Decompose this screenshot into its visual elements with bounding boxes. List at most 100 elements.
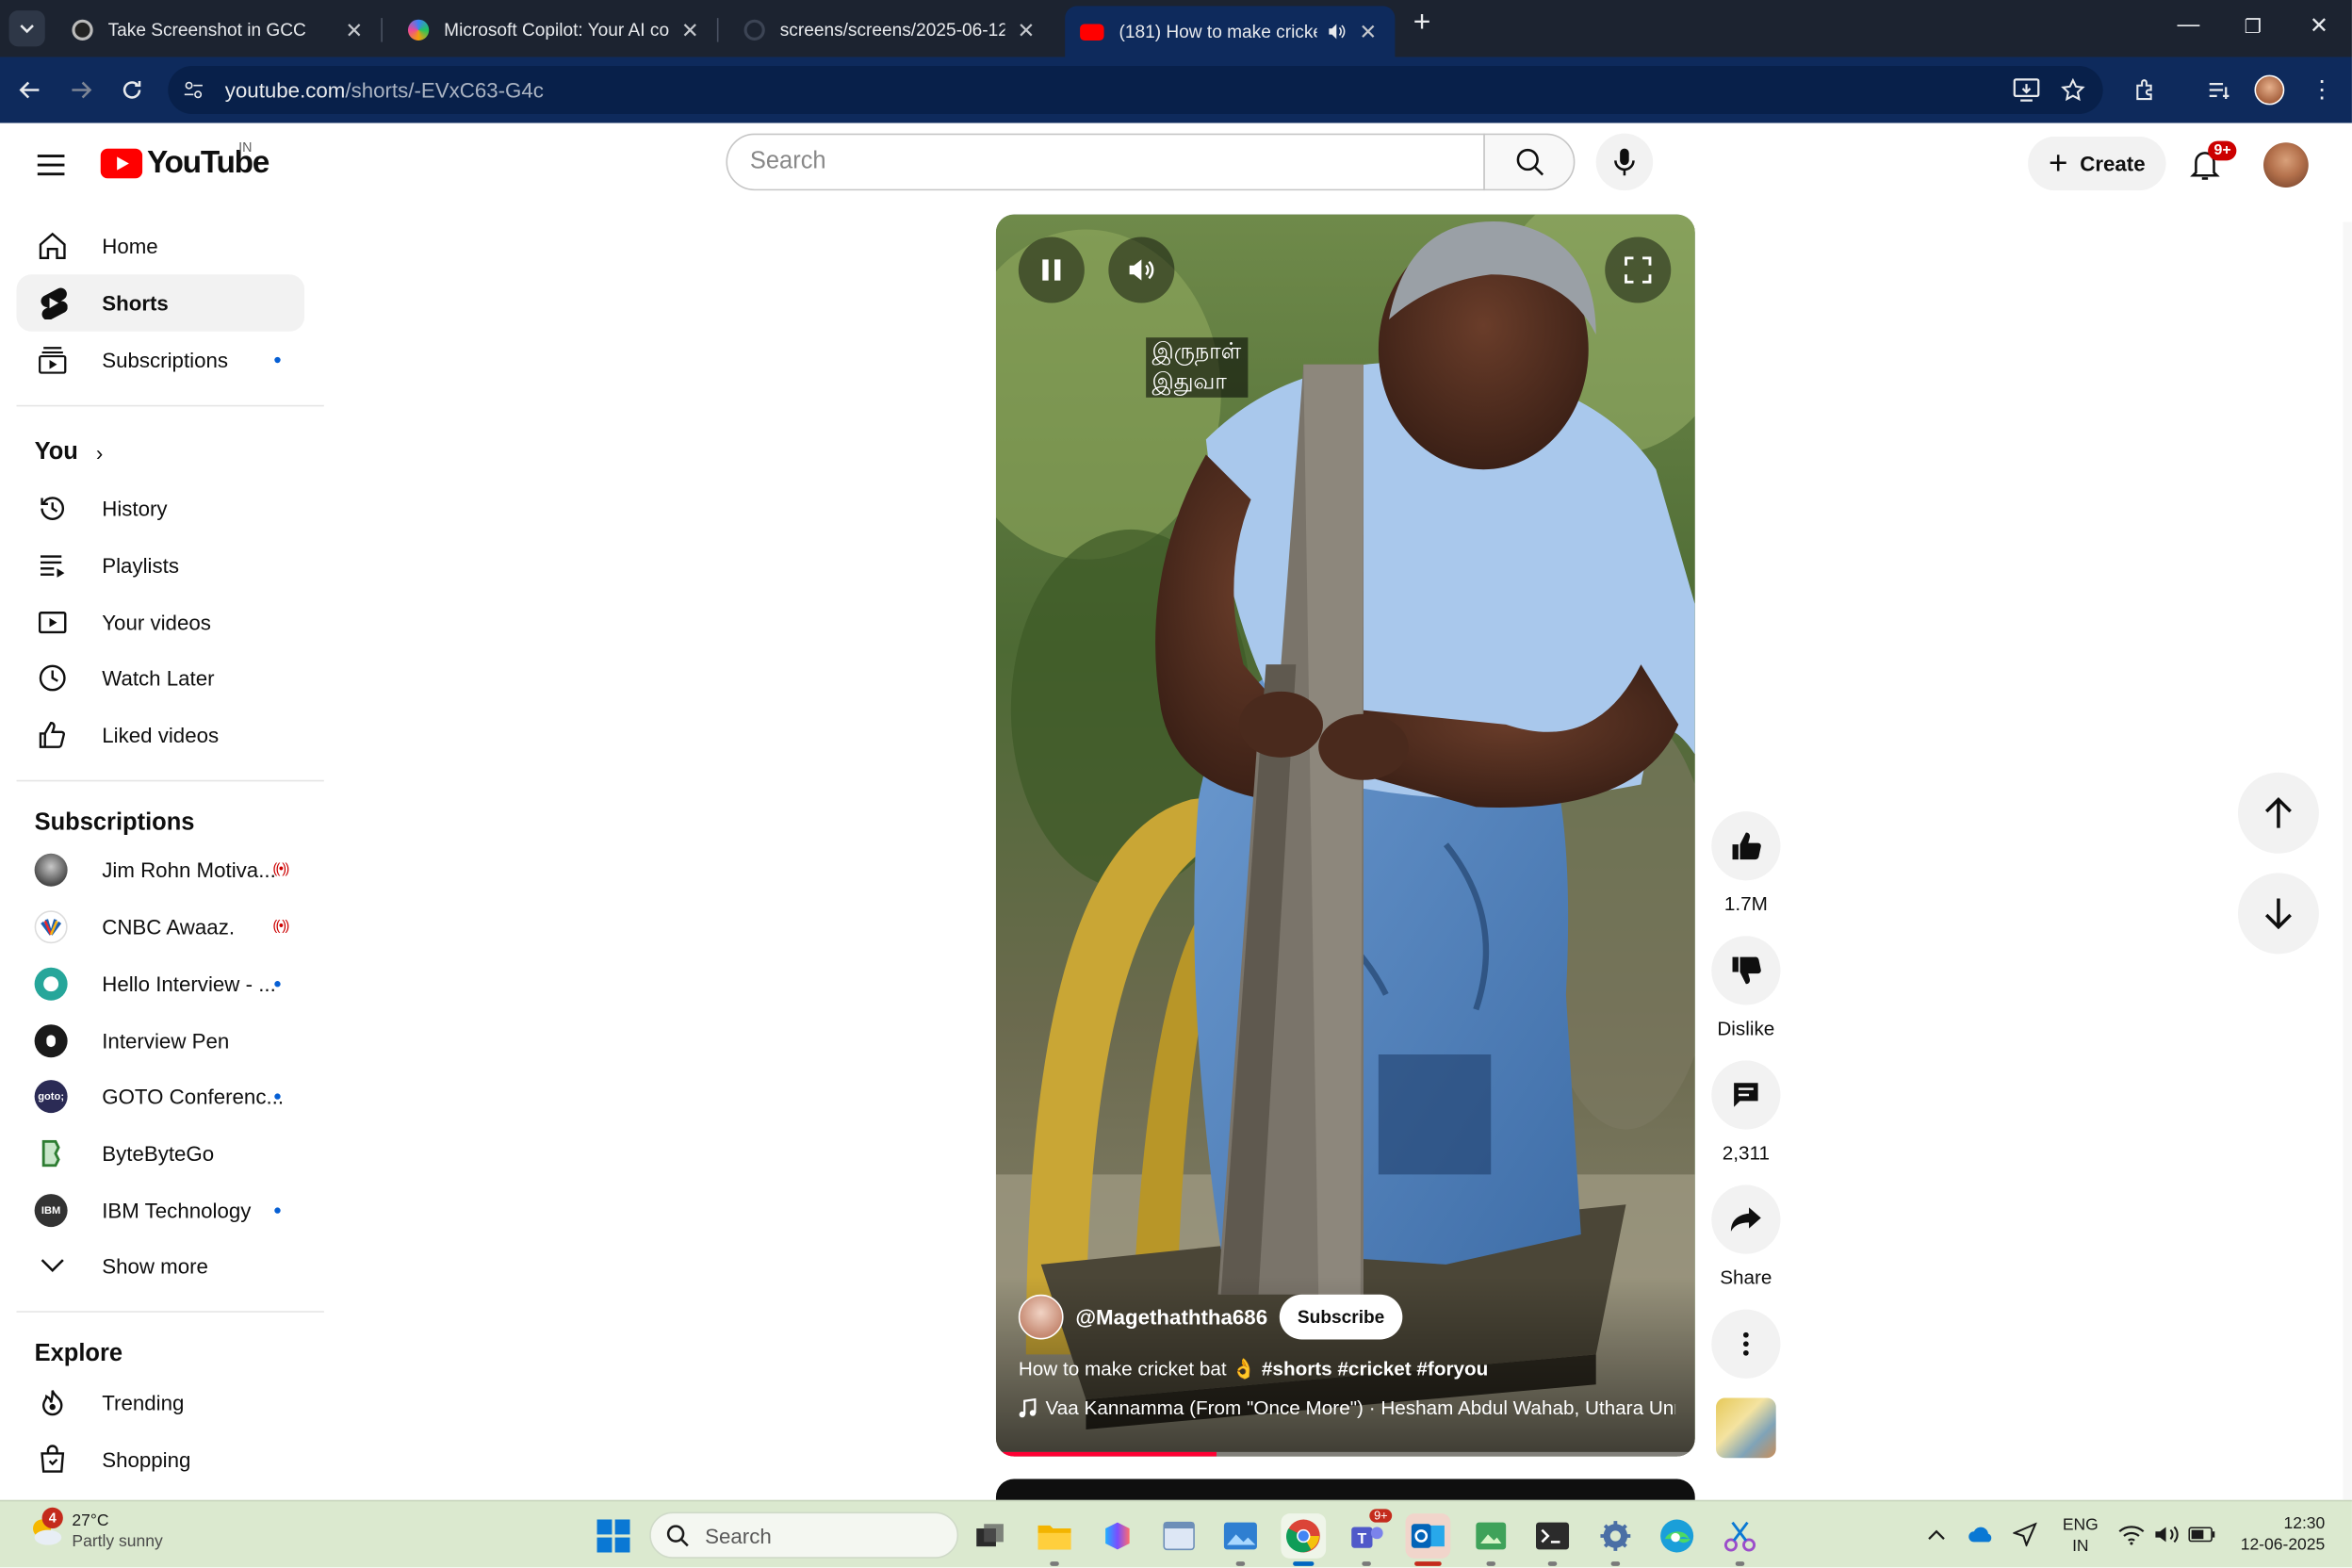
- sidebar-item-trending[interactable]: Trending: [17, 1374, 305, 1430]
- bookmark-star-icon[interactable]: [2055, 72, 2091, 107]
- battery-icon[interactable]: [2187, 1519, 2217, 1549]
- video-progress-bar[interactable]: [1002, 1451, 1695, 1457]
- page-scrollbar[interactable]: [2343, 221, 2352, 1500]
- video-title-text: How to make cricket bat 👌: [1018, 1357, 1257, 1380]
- terminal-icon[interactable]: [1530, 1513, 1576, 1566]
- music-link[interactable]: Vaa Kannamma (From "Once More") · Hesham…: [1019, 1396, 1675, 1419]
- tab-copilot[interactable]: Microsoft Copilot: Your AI comp ✕: [393, 9, 719, 52]
- sidebar-item-your-videos[interactable]: Your videos: [17, 594, 305, 650]
- tab-take-screenshot[interactable]: Take Screenshot in GCC ✕: [57, 9, 383, 52]
- browser-menu-icon[interactable]: ⋮: [2304, 72, 2340, 107]
- like-button[interactable]: [1711, 811, 1781, 881]
- install-app-icon[interactable]: [2008, 72, 2044, 107]
- close-tab-icon[interactable]: ✕: [1014, 17, 1037, 42]
- dislike-button[interactable]: [1711, 936, 1781, 1005]
- close-tab-icon[interactable]: ✕: [678, 17, 701, 42]
- sidebar-channel-cnbc-awaaz[interactable]: CNBC Awaaz. ((•)): [17, 898, 305, 955]
- edge-icon[interactable]: [1655, 1513, 1700, 1559]
- sidebar-channel-hello-interview[interactable]: Hello Interview - ...: [17, 956, 305, 1012]
- account-avatar[interactable]: [2263, 142, 2309, 188]
- mute-button[interactable]: [1108, 237, 1175, 303]
- search-button[interactable]: [1483, 133, 1576, 191]
- sidebar-channel-bytebytego[interactable]: ByteByteGo: [17, 1125, 305, 1182]
- back-button[interactable]: [12, 72, 48, 107]
- comments-button[interactable]: [1711, 1060, 1781, 1130]
- sidebar-item-history[interactable]: History: [17, 480, 305, 536]
- more-options-button[interactable]: [1711, 1309, 1781, 1379]
- app-window-icon[interactable]: [1156, 1513, 1201, 1559]
- menu-hamburger-icon[interactable]: [30, 144, 73, 187]
- sidebar-item-shopping[interactable]: Shopping: [17, 1431, 305, 1488]
- reload-icon: [122, 80, 141, 99]
- sidebar-item-liked-videos[interactable]: Liked videos: [17, 707, 305, 763]
- outlook-icon[interactable]: [1405, 1513, 1451, 1566]
- settings-gear-icon[interactable]: [1592, 1513, 1638, 1566]
- file-explorer-icon[interactable]: [1032, 1513, 1077, 1566]
- youtube-logo[interactable]: YouTube IN: [100, 139, 270, 181]
- previous-short-button[interactable]: [2237, 772, 2319, 854]
- start-button[interactable]: [591, 1513, 636, 1559]
- sidebar-item-home[interactable]: Home: [17, 218, 305, 274]
- share-button[interactable]: [1711, 1184, 1781, 1254]
- tab-youtube-active[interactable]: (181) How to make cricket b ✕: [1065, 6, 1396, 57]
- fullscreen-button[interactable]: [1605, 237, 1672, 303]
- show-hidden-icons-chevron-icon[interactable]: [1921, 1519, 1952, 1549]
- location-arrow-icon[interactable]: [2010, 1519, 2040, 1549]
- subscribe-button[interactable]: Subscribe: [1279, 1294, 1403, 1340]
- gallery-icon[interactable]: [1468, 1513, 1513, 1566]
- sidebar-item-label: History: [102, 496, 168, 521]
- next-short-button[interactable]: [2237, 873, 2319, 955]
- profile-avatar[interactable]: [2251, 72, 2287, 107]
- onedrive-cloud-icon[interactable]: [1967, 1519, 1997, 1549]
- restore-button[interactable]: ❐: [2236, 15, 2269, 39]
- pause-button[interactable]: [1018, 237, 1085, 303]
- sidebar-item-subscriptions[interactable]: Subscriptions: [17, 332, 305, 388]
- create-button[interactable]: + Create: [2028, 136, 2166, 191]
- speaker-icon[interactable]: [2152, 1519, 2182, 1549]
- video-title[interactable]: How to make cricket bat 👌 #shorts #crick…: [1019, 1358, 1488, 1381]
- search-input[interactable]: Search: [726, 133, 1485, 191]
- close-window-button[interactable]: ✕: [2302, 12, 2335, 39]
- video-hashtags[interactable]: #shorts #cricket #foryou: [1262, 1358, 1488, 1380]
- wifi-icon[interactable]: [2116, 1519, 2147, 1549]
- sidebar-channel-ibm-technology[interactable]: IBM IBM Technology: [17, 1182, 305, 1238]
- close-tab-icon[interactable]: ✕: [1356, 19, 1380, 44]
- sidebar-channel-goto[interactable]: goto; GOTO Conferenc...: [17, 1068, 305, 1124]
- clock-widget[interactable]: 12:30 12-06-2025: [2229, 1513, 2333, 1556]
- teams-icon[interactable]: T 9+: [1344, 1509, 1393, 1566]
- tab-search-button[interactable]: [8, 10, 45, 47]
- notifications-button[interactable]: 9+: [2184, 140, 2238, 187]
- sidebar-channel-interview-pen[interactable]: Interview Pen: [17, 1012, 305, 1069]
- address-bar[interactable]: youtube.com/shorts/-EVxC63-G4c: [168, 66, 2103, 114]
- taskbar-search[interactable]: Search: [649, 1511, 959, 1559]
- channel-handle[interactable]: @Magethaththa686: [1075, 1305, 1267, 1329]
- forward-button[interactable]: [63, 72, 99, 107]
- you-heading[interactable]: You ›: [35, 439, 104, 466]
- shorts-video-player[interactable]: இருநாள் இதுவா @Magethaththa686 Subscribe…: [995, 214, 1695, 1457]
- sidebar-item-shorts[interactable]: Shorts: [16, 274, 305, 332]
- weather-widget[interactable]: 4 27°C Partly sunny: [27, 1507, 163, 1553]
- m365-icon[interactable]: [1095, 1513, 1140, 1559]
- reading-list-icon[interactable]: [2200, 72, 2236, 107]
- url-domain: youtube.com: [224, 77, 346, 103]
- snipping-tool-icon[interactable]: [1718, 1513, 1763, 1566]
- chrome-icon[interactable]: [1281, 1513, 1327, 1566]
- site-info-icon[interactable]: [174, 71, 213, 109]
- photos-icon[interactable]: [1218, 1513, 1264, 1566]
- sidebar-item-playlists[interactable]: Playlists: [17, 537, 305, 594]
- close-tab-icon[interactable]: ✕: [342, 17, 366, 42]
- extensions-icon[interactable]: [2127, 72, 2163, 107]
- task-view-icon[interactable]: [968, 1513, 1013, 1559]
- new-tab-button[interactable]: +: [1406, 6, 1439, 41]
- minimize-button[interactable]: —: [2172, 12, 2205, 38]
- sidebar-channel-jim-rohn[interactable]: Jim Rohn Motiva... ((•)): [17, 841, 305, 898]
- sidebar-item-watch-later[interactable]: Watch Later: [17, 649, 305, 706]
- tab-audio-icon[interactable]: [1326, 21, 1347, 41]
- show-more-button[interactable]: Show more: [17, 1237, 305, 1294]
- language-indicator[interactable]: ENG IN: [2058, 1515, 2103, 1558]
- tab-screens-github[interactable]: screens/screens/2025-06-12_09 ✕: [729, 9, 1054, 52]
- voice-search-button[interactable]: [1595, 133, 1654, 191]
- channel-avatar[interactable]: [1018, 1294, 1064, 1340]
- music-thumbnail[interactable]: [1716, 1397, 1776, 1459]
- reload-button[interactable]: [114, 72, 150, 107]
